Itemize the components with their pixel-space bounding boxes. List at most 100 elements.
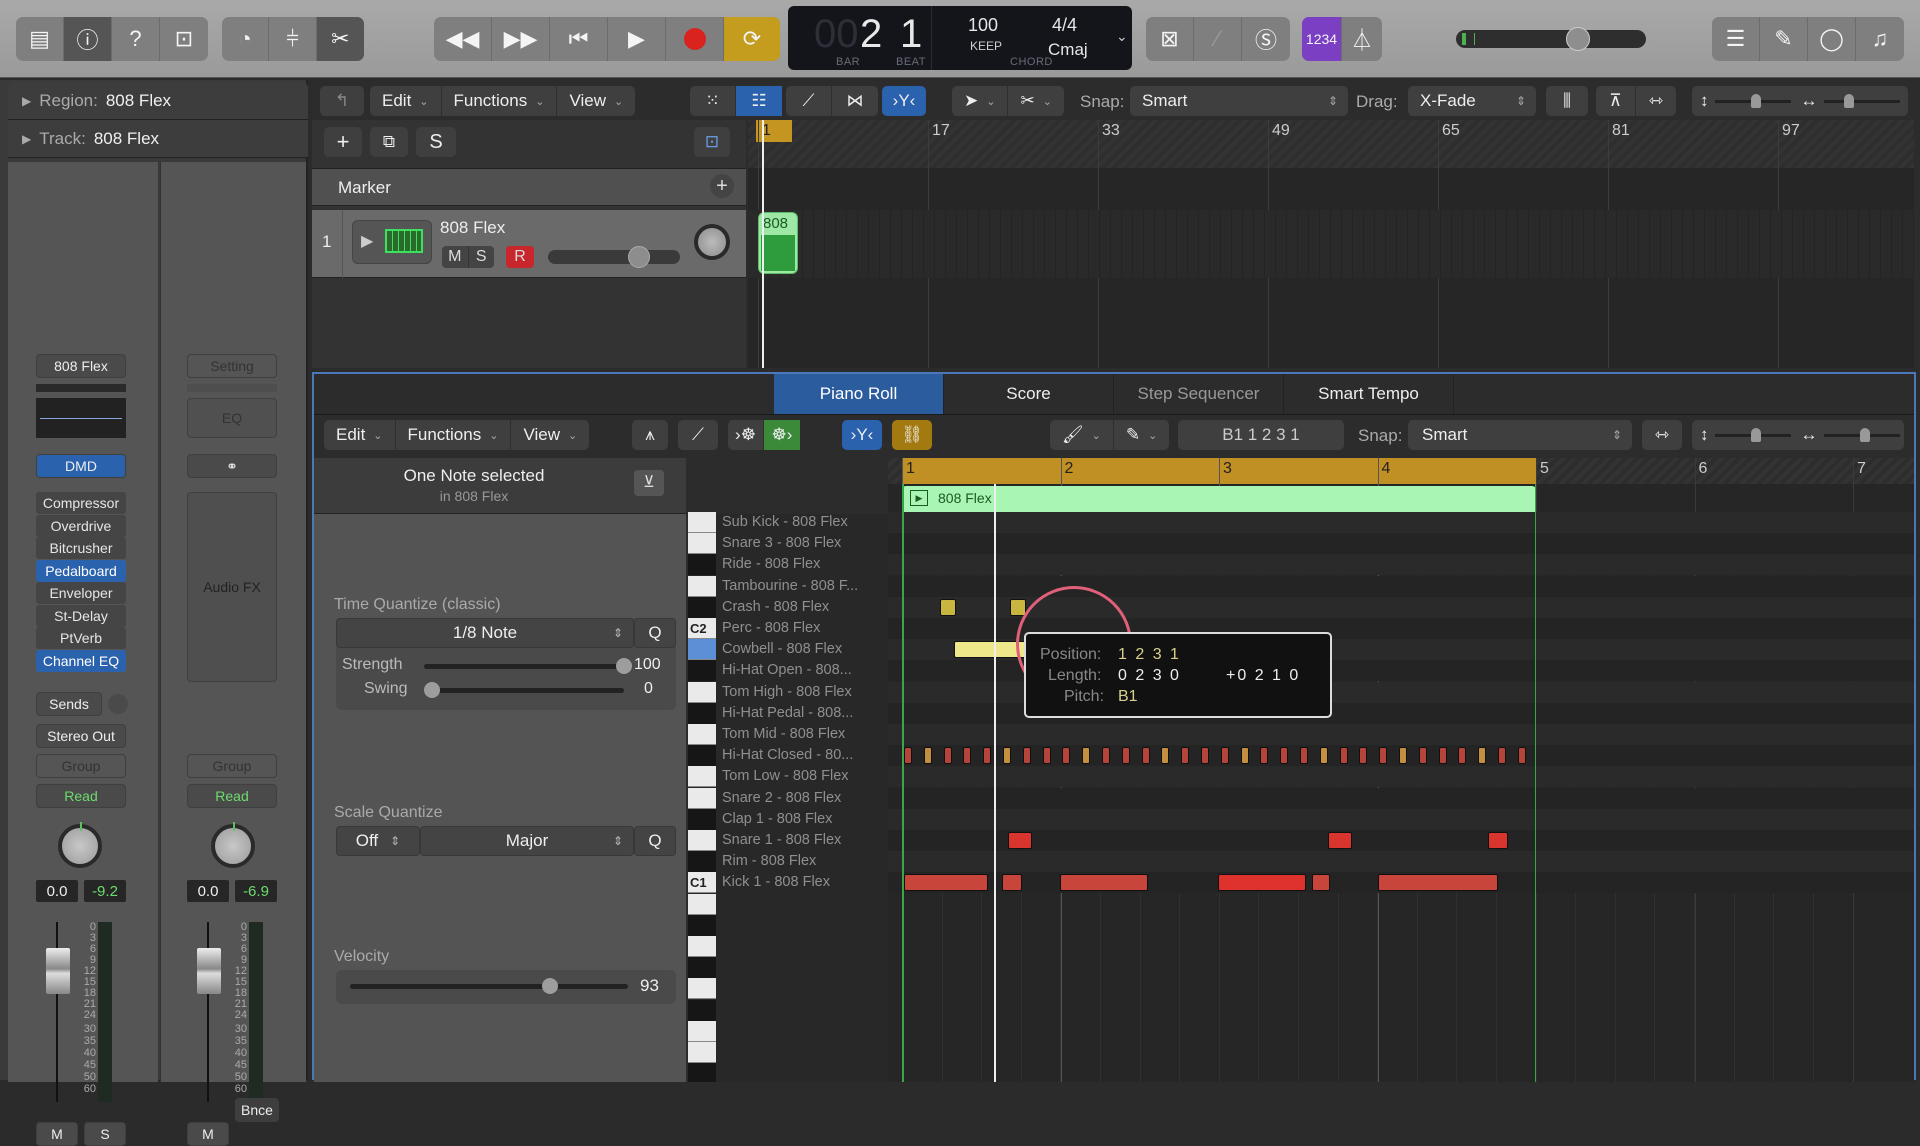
track-inspector-header[interactable]: ▶ Track: 808 Flex xyxy=(8,120,308,158)
piano-key[interactable] xyxy=(688,914,716,936)
drag-select[interactable]: X-Fade ⇕ xyxy=(1408,86,1536,116)
piano-key[interactable] xyxy=(688,999,716,1021)
solo-button[interactable]: S xyxy=(84,1122,126,1146)
go-to-start-icon[interactable]: ⏮ xyxy=(550,17,608,61)
hihat-closed-note[interactable] xyxy=(1438,747,1447,765)
send-knob[interactable] xyxy=(108,694,128,714)
global-tracks-icon[interactable]: ⊡ xyxy=(694,127,730,157)
key-signature[interactable]: Cmaj xyxy=(1048,40,1088,60)
piano-key[interactable] xyxy=(688,1042,716,1063)
time-quantize-q-button[interactable]: Q xyxy=(634,618,676,648)
piano-key[interactable] xyxy=(688,851,716,873)
mute-button[interactable]: M xyxy=(187,1122,229,1146)
piano-key[interactable] xyxy=(688,660,716,682)
playhead[interactable] xyxy=(994,484,996,1082)
strip-name[interactable]: 808 Flex xyxy=(36,354,126,378)
automation-icon[interactable]: ⟋ xyxy=(786,86,832,116)
piano-key[interactable] xyxy=(688,681,716,703)
setting-button[interactable]: Setting xyxy=(187,354,277,378)
pan-knob[interactable] xyxy=(58,822,102,868)
scale-select[interactable]: Major ⇕ xyxy=(420,826,634,856)
piano-roll-grid[interactable]: 1 2 3 4 5 6 7 ▶ 808 Flex Position: 1 2 3 1 Len… xyxy=(888,458,1914,1082)
piano-key[interactable] xyxy=(688,745,716,767)
scissors-tool[interactable]: ✂ ⌄ xyxy=(1008,86,1063,116)
duplicate-track-icon[interactable]: ⧉ xyxy=(370,127,408,157)
catch-icon[interactable]: ›Y‹ xyxy=(882,86,926,116)
hihat-closed-note[interactable] xyxy=(1141,747,1150,765)
help-icon[interactable]: ? xyxy=(112,17,160,61)
cycle-icon[interactable]: ⟳ xyxy=(724,17,780,61)
hihat-closed-note[interactable] xyxy=(943,747,952,765)
back-icon[interactable]: ↰ xyxy=(320,86,364,116)
horizontal-zoom-slider[interactable] xyxy=(1823,93,1900,108)
volume-readout[interactable]: 0.0 xyxy=(36,880,78,902)
snare-note[interactable] xyxy=(1488,832,1508,849)
track-volume-slider[interactable] xyxy=(548,246,680,268)
group-button[interactable]: Group xyxy=(36,754,126,778)
piano-key[interactable] xyxy=(688,893,716,915)
piano-key[interactable] xyxy=(688,639,716,661)
hihat-closed-note[interactable] xyxy=(1181,747,1190,765)
hihat-closed-note[interactable] xyxy=(1458,747,1467,765)
fit-horizontal-icon[interactable]: ⇿ xyxy=(1642,420,1682,450)
notepad-icon[interactable]: ✎ xyxy=(1760,17,1808,61)
lcd-display[interactable]: 00 2 1 BAR BEAT 100 KEEP 4/4 Cmaj CHORD … xyxy=(788,6,1132,70)
sends-button[interactable]: Sends xyxy=(36,692,102,716)
midi-fx-slot[interactable]: DMD xyxy=(36,454,126,478)
hihat-closed-note[interactable] xyxy=(1082,747,1091,765)
hihat-closed-note[interactable] xyxy=(1062,747,1071,765)
hihat-closed-note[interactable] xyxy=(1319,747,1328,765)
drum-name[interactable]: Tom Low - 808 Flex xyxy=(722,768,849,784)
drum-name[interactable]: Perc - 808 Flex xyxy=(722,620,820,636)
track-icon[interactable]: ▶ xyxy=(352,220,432,264)
smart-controls-icon[interactable]: ◔ xyxy=(222,17,270,61)
editor-snap-select[interactable]: Smart ⇕ xyxy=(1408,420,1632,450)
hihat-closed-note[interactable] xyxy=(1418,747,1427,765)
region-header[interactable]: ▶ 808 Flex xyxy=(902,486,1536,512)
piano-key[interactable] xyxy=(688,787,716,809)
swing-thumb[interactable] xyxy=(424,682,440,698)
hihat-closed-note[interactable] xyxy=(1022,747,1031,765)
arrange-region[interactable]: 808 xyxy=(758,212,798,274)
editor-toggle-icon[interactable]: ⊡ xyxy=(160,17,208,61)
scale-quantize-q-button[interactable]: Q xyxy=(634,826,676,856)
piano-key[interactable] xyxy=(688,512,716,533)
tab-step-sequencer[interactable]: Step Sequencer xyxy=(1114,374,1284,414)
metronome-icon[interactable]: ⏃ xyxy=(1342,17,1382,61)
add-marker-icon[interactable]: + xyxy=(710,174,734,198)
piano-key[interactable] xyxy=(688,1063,716,1082)
kick-note[interactable] xyxy=(904,874,988,892)
time-quantize-select[interactable]: 1/8 Note ⇕ xyxy=(336,618,634,648)
plugin-slot-pedalboard[interactable]: Pedalboard xyxy=(36,559,126,582)
count-in-button[interactable]: 1234 xyxy=(1302,17,1342,61)
hihat-closed-note[interactable] xyxy=(1003,747,1011,765)
automation-icon[interactable]: ⟋ xyxy=(678,420,718,450)
plugin-slot-enveloper[interactable]: Enveloper xyxy=(36,582,126,604)
volume-fader[interactable] xyxy=(197,948,221,994)
list-editors-icon[interactable]: ☰ xyxy=(1712,17,1760,61)
global-solo-button[interactable]: S xyxy=(416,127,456,157)
track-row[interactable]: 1 ▶ 808 Flex M S R xyxy=(312,210,746,278)
audio-fx-slot[interactable]: Audio FX xyxy=(187,492,277,682)
grid-view-icon[interactable]: ⁙ xyxy=(690,86,736,116)
functions-menu[interactable]: Functions ⌄ xyxy=(442,86,558,116)
piano-key[interactable] xyxy=(688,957,716,979)
play-icon[interactable]: ▶ xyxy=(608,17,666,61)
automation-mode[interactable]: Read xyxy=(187,784,277,808)
view-menu[interactable]: View ⌄ xyxy=(557,86,635,116)
hihat-closed-note[interactable] xyxy=(1102,747,1110,765)
tab-piano-roll[interactable]: Piano Roll xyxy=(774,374,944,414)
hihat-closed-note[interactable] xyxy=(1300,747,1308,765)
piano-key[interactable] xyxy=(688,830,716,851)
hihat-closed-note[interactable] xyxy=(1121,747,1130,765)
group-button[interactable]: Group xyxy=(187,754,277,778)
drum-name[interactable]: Tom Mid - 808 Flex xyxy=(722,726,845,742)
piano-key[interactable] xyxy=(688,702,716,724)
swing-slider[interactable] xyxy=(424,682,624,698)
fit-horizontal-icon[interactable]: ⇿ xyxy=(1636,86,1676,116)
flex-icon[interactable]: ⋈ xyxy=(832,86,878,116)
hihat-closed-note[interactable] xyxy=(1498,747,1506,765)
vertical-zoom-slider[interactable] xyxy=(1714,427,1791,442)
editor-functions-menu[interactable]: Functions ⌄ xyxy=(396,420,512,450)
plugin-slot-channel-eq[interactable]: Channel EQ xyxy=(36,649,126,672)
